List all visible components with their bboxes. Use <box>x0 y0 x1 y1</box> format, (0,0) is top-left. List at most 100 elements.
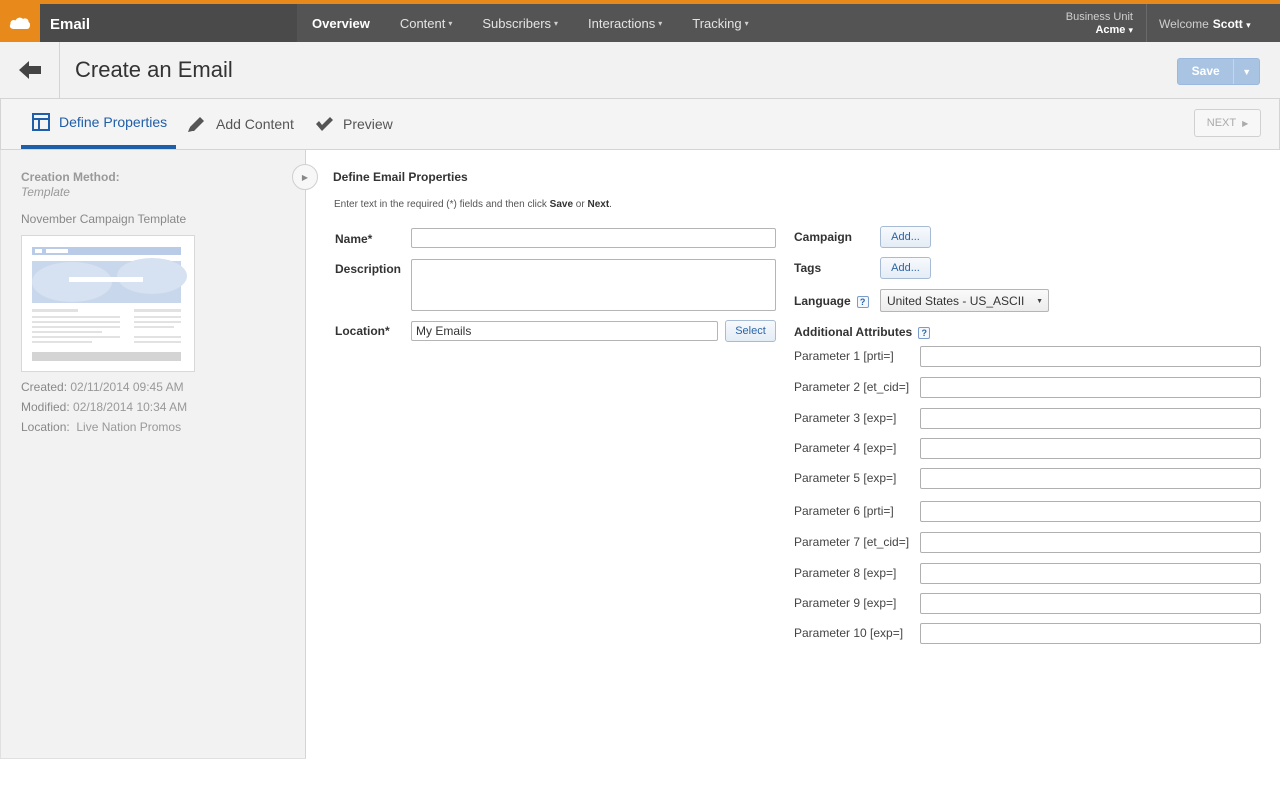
save-button-group: Save ▼ <box>1177 58 1260 85</box>
location-label: Location* <box>335 324 390 338</box>
tags-label: Tags <box>794 261 822 275</box>
save-dropdown-button[interactable]: ▼ <box>1234 59 1259 84</box>
next-label: NEXT <box>1206 117 1237 129</box>
parameter-input[interactable] <box>920 563 1261 584</box>
template-name: November Campaign Template <box>21 212 187 226</box>
arrow-left-icon <box>18 61 41 79</box>
additional-attributes-row: Additional Attributes? <box>794 325 931 339</box>
parameter-input[interactable] <box>920 408 1261 429</box>
caret-down-icon: ▼ <box>1242 66 1252 77</box>
parameter-label: Parameter 9 [exp=] <box>794 596 897 610</box>
location-input[interactable] <box>411 321 718 341</box>
help-icon[interactable]: ? <box>918 326 931 339</box>
step-label: Define Properties <box>59 114 168 130</box>
parameter-input[interactable] <box>920 346 1261 367</box>
next-button[interactable]: NEXT ▶ <box>1194 109 1261 137</box>
pencil-icon <box>187 115 207 133</box>
section-title: Define Email Properties <box>333 170 468 184</box>
parameter-input[interactable] <box>920 532 1261 553</box>
creation-method-value: Template <box>21 185 70 199</box>
select-location-button[interactable]: Select <box>725 320 776 342</box>
location-value: Live Nation Promos <box>76 420 182 434</box>
language-label: Language <box>794 294 851 308</box>
parameter-input[interactable] <box>920 438 1261 459</box>
main-nav: Overview Content ▾ Subscribers ▾ Interacti… <box>297 4 764 42</box>
wizard-steps: Define Properties Add Content Preview NE… <box>0 99 1280 150</box>
step-preview[interactable]: Preview <box>315 99 393 149</box>
language-select[interactable]: United States - US_ASCII ▼ <box>880 289 1049 312</box>
nav-item-interactions[interactable]: Interactions ▾ <box>573 4 677 42</box>
description-label: Description <box>335 262 402 276</box>
page-title: Create an Email <box>75 57 233 82</box>
nav-item-label: Interactions <box>588 15 656 31</box>
business-unit-selector[interactable]: Business Unit Acme ▾ <box>1040 11 1133 37</box>
help-icon[interactable]: ? <box>856 295 869 308</box>
modified-info: Modified: 02/18/2014 10:34 AM <box>21 400 187 414</box>
user-name: Scott <box>1212 17 1243 31</box>
nav-item-subscribers[interactable]: Subscribers ▾ <box>467 4 573 42</box>
top-navigation-bar: Email Overview Content ▾ Subscribers ▾ Int… <box>0 0 1280 42</box>
nav-item-overview[interactable]: Overview <box>297 4 385 42</box>
nav-item-label: Overview <box>312 15 370 31</box>
instructions-save: Save <box>549 199 574 210</box>
back-button[interactable] <box>0 42 60 98</box>
instructions: Enter text in the required (*) fields an… <box>334 199 612 210</box>
step-label: Add Content <box>216 116 294 132</box>
parameter-label: Parameter 7 [et_cid=] <box>794 535 910 549</box>
chevron-down-icon: ▾ <box>448 18 453 28</box>
sidebar-collapse-button[interactable]: ▶ <box>292 164 318 190</box>
cloud-icon <box>9 17 31 29</box>
name-input[interactable] <box>411 228 776 248</box>
nav-item-content[interactable]: Content ▾ <box>385 4 468 42</box>
check-icon <box>315 117 334 131</box>
user-menu[interactable]: Welcome Scott ▾ <box>1159 17 1251 31</box>
campaign-label: Campaign <box>794 230 853 244</box>
parameter-input[interactable] <box>920 623 1261 644</box>
parameter-label: Parameter 1 [prti=] <box>794 349 894 363</box>
step-define-properties[interactable]: Define Properties <box>21 99 177 149</box>
parameter-label: Parameter 2 [et_cid=] <box>794 380 910 394</box>
caret-right-icon: ▶ <box>301 172 309 182</box>
parameter-label: Parameter 5 [exp=] <box>794 471 897 485</box>
location-label: Location: <box>21 420 70 434</box>
language-row: Language? <box>794 294 869 308</box>
step-label: Preview <box>343 116 393 132</box>
business-unit-label: Business Unit <box>1065 11 1133 23</box>
parameter-label: Parameter 8 [exp=] <box>794 566 897 580</box>
template-thumbnail <box>21 235 195 372</box>
chevron-down-icon: ▾ <box>744 18 749 28</box>
nav-item-label: Content <box>399 15 446 31</box>
description-textarea[interactable] <box>411 259 776 311</box>
page-header: Create an Email Save ▼ <box>0 42 1280 99</box>
parameter-label: Parameter 6 [prti=] <box>794 504 894 518</box>
nav-item-label: Subscribers <box>482 15 552 31</box>
save-button[interactable]: Save <box>1178 59 1235 84</box>
additional-attributes-label: Additional Attributes <box>794 325 913 339</box>
business-unit-value: Acme <box>1095 24 1126 36</box>
parameter-label: Parameter 3 [exp=] <box>794 411 897 425</box>
caret-right-icon: ▶ <box>1242 118 1249 128</box>
chevron-down-icon: ▾ <box>658 18 663 28</box>
step-add-content[interactable]: Add Content <box>187 99 294 149</box>
modified-value: 02/18/2014 10:34 AM <box>73 400 188 414</box>
app-name[interactable]: Email <box>50 16 90 33</box>
chevron-down-icon: ▾ <box>1128 25 1133 35</box>
chevron-down-icon: ▾ <box>554 18 559 28</box>
created-info: Created: 02/11/2014 09:45 AM <box>21 380 184 394</box>
nav-item-label: Tracking <box>692 15 742 31</box>
layout-icon <box>32 113 50 131</box>
add-tags-button[interactable]: Add... <box>880 257 931 279</box>
caret-down-icon: ▼ <box>1036 298 1043 305</box>
add-campaign-button[interactable]: Add... <box>880 226 931 248</box>
creation-method-label: Creation Method: <box>21 170 120 184</box>
instructions-end: . <box>609 199 612 210</box>
parameter-input[interactable] <box>920 501 1261 522</box>
parameter-input[interactable] <box>920 377 1261 398</box>
nav-item-tracking[interactable]: Tracking ▾ <box>677 4 763 42</box>
created-label: Created: <box>21 380 68 394</box>
chevron-down-icon: ▾ <box>1246 20 1251 30</box>
parameter-input[interactable] <box>920 468 1261 489</box>
nav-divider <box>1146 4 1147 42</box>
salesforce-logo[interactable] <box>0 4 40 42</box>
parameter-input[interactable] <box>920 593 1261 614</box>
